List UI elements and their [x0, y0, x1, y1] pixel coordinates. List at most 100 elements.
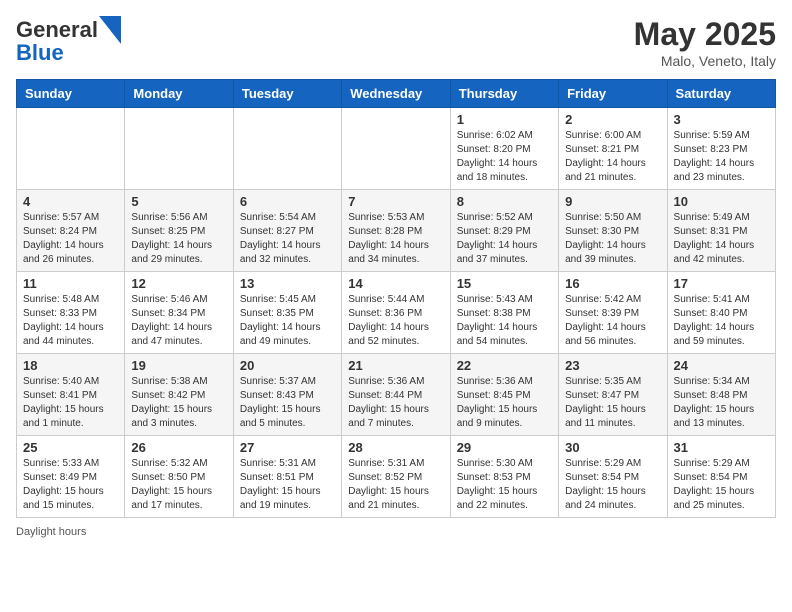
day-info: Sunrise: 5:43 AM Sunset: 8:38 PM Dayligh…: [457, 293, 552, 349]
day-number: 16: [565, 276, 660, 291]
calendar-day-header: Tuesday: [233, 80, 341, 108]
calendar-cell: 19 Sunrise: 5:38 AM Sunset: 8:42 PM Dayli…: [125, 354, 233, 436]
day-info: Sunrise: 5:50 AM Sunset: 8:30 PM Dayligh…: [565, 211, 660, 267]
day-number: 30: [565, 440, 660, 455]
calendar-cell: 28 Sunrise: 5:31 AM Sunset: 8:52 PM Dayli…: [342, 436, 450, 518]
calendar-day-header: Wednesday: [342, 80, 450, 108]
calendar-day-header: Friday: [559, 80, 667, 108]
day-info: Sunrise: 5:35 AM Sunset: 8:47 PM Dayligh…: [565, 375, 660, 431]
calendar-cell: 7Sunrise: 5:53 AM Sunset: 8:28 PM Daylig…: [342, 190, 450, 272]
day-info: Sunrise: 5:53 AM Sunset: 8:28 PM Dayligh…: [348, 211, 443, 267]
title-block: May 2025 Malo, Veneto, Italy: [634, 16, 776, 69]
calendar-cell: 29 Sunrise: 5:30 AM Sunset: 8:53 PM Dayli…: [450, 436, 558, 518]
day-number: 26: [131, 440, 226, 455]
day-number: 13: [240, 276, 335, 291]
calendar-cell: 21 Sunrise: 5:36 AM Sunset: 8:44 PM Dayli…: [342, 354, 450, 436]
day-number: 20: [240, 358, 335, 373]
day-info: Sunrise: 5:34 AM Sunset: 8:48 PM Dayligh…: [674, 375, 769, 431]
day-number: 3: [674, 112, 769, 127]
calendar-cell: 26Sunrise: 5:32 AM Sunset: 8:50 PM Dayli…: [125, 436, 233, 518]
month-title: May 2025: [634, 16, 776, 53]
logo: General Blue: [16, 16, 121, 66]
day-info: Sunrise: 5:40 AM Sunset: 8:41 PM Dayligh…: [23, 375, 118, 431]
day-number: 31: [674, 440, 769, 455]
day-info: Sunrise: 5:56 AM Sunset: 8:25 PM Dayligh…: [131, 211, 226, 267]
calendar-table: SundayMondayTuesdayWednesdayThursdayFrid…: [16, 79, 776, 518]
calendar-cell: 10 Sunrise: 5:49 AM Sunset: 8:31 PM Dayli…: [667, 190, 775, 272]
day-number: 19: [131, 358, 226, 373]
day-info: Sunrise: 6:00 AM Sunset: 8:21 PM Dayligh…: [565, 129, 660, 185]
day-info: Sunrise: 5:49 AM Sunset: 8:31 PM Dayligh…: [674, 211, 769, 267]
calendar-cell: 2 Sunrise: 6:00 AM Sunset: 8:21 PM Daylig…: [559, 108, 667, 190]
calendar-header-row: SundayMondayTuesdayWednesdayThursdayFrid…: [17, 80, 776, 108]
calendar-cell: 14 Sunrise: 5:44 AM Sunset: 8:36 PM Dayli…: [342, 272, 450, 354]
day-info: Sunrise: 5:38 AM Sunset: 8:42 PM Dayligh…: [131, 375, 226, 431]
calendar-cell: 11 Sunrise: 5:48 AM Sunset: 8:33 PM Dayli…: [17, 272, 125, 354]
day-info: Sunrise: 5:45 AM Sunset: 8:35 PM Dayligh…: [240, 293, 335, 349]
day-number: 29: [457, 440, 552, 455]
page-header: General Blue May 2025 Malo, Veneto, Ital…: [16, 16, 776, 69]
day-info: Sunrise: 5:31 AM Sunset: 8:51 PM Dayligh…: [240, 457, 335, 513]
calendar-cell: [17, 108, 125, 190]
day-number: 14: [348, 276, 443, 291]
calendar-cell: 22Sunrise: 5:36 AM Sunset: 8:45 PM Dayli…: [450, 354, 558, 436]
calendar-day-header: Thursday: [450, 80, 558, 108]
day-info: Sunrise: 5:29 AM Sunset: 8:54 PM Dayligh…: [565, 457, 660, 513]
day-number: 27: [240, 440, 335, 455]
calendar-cell: 12Sunrise: 5:46 AM Sunset: 8:34 PM Dayli…: [125, 272, 233, 354]
location-title: Malo, Veneto, Italy: [634, 53, 776, 69]
day-number: 11: [23, 276, 118, 291]
calendar-cell: [125, 108, 233, 190]
calendar-cell: 5Sunrise: 5:56 AM Sunset: 8:25 PM Daylig…: [125, 190, 233, 272]
calendar-cell: 8Sunrise: 5:52 AM Sunset: 8:29 PM Daylig…: [450, 190, 558, 272]
day-number: 6: [240, 194, 335, 209]
day-info: Sunrise: 5:48 AM Sunset: 8:33 PM Dayligh…: [23, 293, 118, 349]
day-number: 28: [348, 440, 443, 455]
calendar-cell: 18 Sunrise: 5:40 AM Sunset: 8:41 PM Dayli…: [17, 354, 125, 436]
day-info: Sunrise: 5:42 AM Sunset: 8:39 PM Dayligh…: [565, 293, 660, 349]
day-info: Sunrise: 5:37 AM Sunset: 8:43 PM Dayligh…: [240, 375, 335, 431]
day-info: Sunrise: 5:36 AM Sunset: 8:45 PM Dayligh…: [457, 375, 552, 431]
day-info: Sunrise: 6:02 AM Sunset: 8:20 PM Dayligh…: [457, 129, 552, 185]
day-number: 2: [565, 112, 660, 127]
calendar-cell: 1 Sunrise: 6:02 AM Sunset: 8:20 PM Daylig…: [450, 108, 558, 190]
calendar-cell: 13 Sunrise: 5:45 AM Sunset: 8:35 PM Dayli…: [233, 272, 341, 354]
day-info: Sunrise: 5:41 AM Sunset: 8:40 PM Dayligh…: [674, 293, 769, 349]
day-number: 1: [457, 112, 552, 127]
calendar-cell: 9 Sunrise: 5:50 AM Sunset: 8:30 PM Daylig…: [559, 190, 667, 272]
day-info: Sunrise: 5:31 AM Sunset: 8:52 PM Dayligh…: [348, 457, 443, 513]
calendar-day-header: Saturday: [667, 80, 775, 108]
day-info: Sunrise: 5:29 AM Sunset: 8:54 PM Dayligh…: [674, 457, 769, 513]
day-number: 9: [565, 194, 660, 209]
calendar-day-header: Sunday: [17, 80, 125, 108]
calendar-cell: 20 Sunrise: 5:37 AM Sunset: 8:43 PM Dayli…: [233, 354, 341, 436]
logo-icon: [99, 16, 121, 44]
day-info: Sunrise: 5:33 AM Sunset: 8:49 PM Dayligh…: [23, 457, 118, 513]
day-number: 17: [674, 276, 769, 291]
day-number: 10: [674, 194, 769, 209]
day-number: 18: [23, 358, 118, 373]
calendar-cell: 31 Sunrise: 5:29 AM Sunset: 8:54 PM Dayli…: [667, 436, 775, 518]
day-number: 15: [457, 276, 552, 291]
day-info: Sunrise: 5:36 AM Sunset: 8:44 PM Dayligh…: [348, 375, 443, 431]
calendar-cell: 15 Sunrise: 5:43 AM Sunset: 8:38 PM Dayli…: [450, 272, 558, 354]
calendar-week-row: 4Sunrise: 5:57 AM Sunset: 8:24 PM Daylig…: [17, 190, 776, 272]
calendar-cell: [342, 108, 450, 190]
calendar-cell: 6 Sunrise: 5:54 AM Sunset: 8:27 PM Daylig…: [233, 190, 341, 272]
day-info: Sunrise: 5:30 AM Sunset: 8:53 PM Dayligh…: [457, 457, 552, 513]
calendar-day-header: Monday: [125, 80, 233, 108]
day-number: 4: [23, 194, 118, 209]
day-number: 24: [674, 358, 769, 373]
calendar-cell: [233, 108, 341, 190]
calendar-cell: 17 Sunrise: 5:41 AM Sunset: 8:40 PM Dayli…: [667, 272, 775, 354]
day-number: 23: [565, 358, 660, 373]
calendar-cell: 25Sunrise: 5:33 AM Sunset: 8:49 PM Dayli…: [17, 436, 125, 518]
day-info: Sunrise: 5:44 AM Sunset: 8:36 PM Dayligh…: [348, 293, 443, 349]
calendar-cell: 4Sunrise: 5:57 AM Sunset: 8:24 PM Daylig…: [17, 190, 125, 272]
day-info: Sunrise: 5:54 AM Sunset: 8:27 PM Dayligh…: [240, 211, 335, 267]
day-number: 8: [457, 194, 552, 209]
calendar-week-row: 25Sunrise: 5:33 AM Sunset: 8:49 PM Dayli…: [17, 436, 776, 518]
calendar-cell: 30 Sunrise: 5:29 AM Sunset: 8:54 PM Dayli…: [559, 436, 667, 518]
day-number: 21: [348, 358, 443, 373]
calendar-week-row: 1 Sunrise: 6:02 AM Sunset: 8:20 PM Daylig…: [17, 108, 776, 190]
